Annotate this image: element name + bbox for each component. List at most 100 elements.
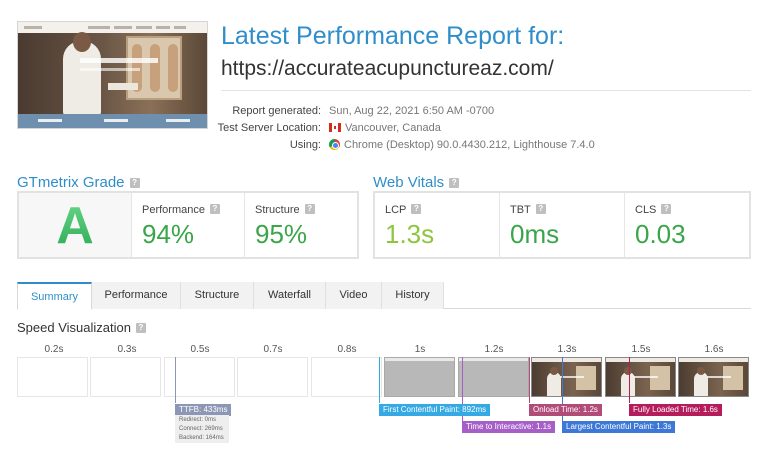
meta-labels: Report generated: Test Server Location: … (200, 103, 321, 154)
cls-label-text: CLS (635, 204, 657, 216)
meta-value-using: Chrome (Desktop) 90.0.4430.212, Lighthou… (329, 137, 595, 154)
browser-version: Chrome (Desktop) 90.0.4430.212, Lighthou… (344, 139, 595, 151)
lcp-cell: LCP? 1.3s (375, 193, 500, 257)
ttfb-line (175, 357, 176, 403)
help-icon[interactable]: ? (661, 204, 672, 214)
chrome-icon (329, 139, 340, 150)
thumb-subtitle (80, 68, 140, 71)
tab-summary[interactable]: Summary (17, 282, 92, 310)
meta-value-location: Vancouver, Canada (329, 120, 595, 137)
report-tabs: Summary Performance Structure Waterfall … (17, 282, 751, 310)
filmstrip-frame[interactable] (678, 357, 749, 397)
help-icon[interactable]: ? (449, 178, 460, 188)
filmstrip-frame[interactable] (531, 357, 602, 397)
page-screenshot-thumbnail[interactable] (17, 21, 208, 129)
lcp-label: LCP? (385, 204, 422, 216)
canada-flag-icon (329, 123, 341, 132)
filmstrip-frame[interactable] (90, 357, 161, 397)
server-location: Vancouver, Canada (345, 122, 441, 134)
thumb-topbar (18, 22, 207, 33)
grade-box: A Performance? 94% Structure? 95% (17, 191, 359, 259)
structure-label-text: Structure (255, 204, 300, 216)
fcp-marker: First Contentful Paint: 892ms (379, 404, 491, 416)
fcp-line (379, 357, 380, 403)
web-vitals-box: LCP? 1.3s TBT? 0ms CLS? 0.03 (373, 191, 751, 259)
filmstrip-frame[interactable] (605, 357, 676, 397)
tab-structure[interactable]: Structure (181, 282, 254, 309)
cls-cell: CLS? 0.03 (625, 193, 749, 257)
filmstrip-frame[interactable] (311, 357, 382, 397)
structure-label: Structure? (255, 204, 315, 216)
structure-value: 95% (255, 219, 308, 249)
ttfb-backend: Backend: 164ms (179, 435, 224, 441)
meta-label-location: Test Server Location: (217, 122, 321, 134)
performance-value: 94% (142, 219, 195, 249)
time-tick: 1.6s (704, 344, 724, 355)
web-vitals-heading: Web Vitals? (373, 174, 460, 191)
thumb-person (63, 41, 101, 116)
thumb-title (80, 58, 158, 63)
onload-line (529, 357, 530, 403)
speed-visualization-heading: Speed Visualization? (17, 320, 146, 335)
cls-label: CLS? (635, 204, 672, 216)
grade-letter: A (19, 193, 131, 259)
tti-marker: Time to Interactive: 1.1s (462, 421, 556, 433)
help-icon[interactable]: ? (209, 204, 220, 214)
performance-cell: Performance? 94% (132, 193, 245, 257)
tbt-label: TBT? (510, 204, 546, 216)
web-vitals-heading-text: Web Vitals (373, 174, 445, 191)
onload-marker: Onload Time: 1.2s (529, 404, 602, 416)
filmstrip-frame[interactable] (458, 357, 529, 397)
tab-waterfall[interactable]: Waterfall (254, 282, 326, 309)
filmstrip-frame[interactable] (237, 357, 308, 397)
tbt-label-text: TBT (510, 204, 531, 216)
tab-history[interactable]: History (382, 282, 444, 309)
help-icon[interactable]: ? (304, 204, 315, 214)
report-date: Sun, Aug 22, 2021 6:50 AM -0700 (329, 105, 495, 117)
thumb-footer (18, 114, 207, 128)
time-tick: 0.5s (190, 344, 210, 355)
time-tick: 0.3s (117, 344, 137, 355)
time-tick: 1.5s (631, 344, 651, 355)
time-tick: 0.2s (44, 344, 64, 355)
time-tick: 1s (414, 344, 426, 355)
ttfb-redirect: Redirect: 0ms (179, 417, 217, 423)
thumb-head (73, 32, 91, 52)
lcp-marker: Largest Contentful Paint: 1.3s (562, 421, 676, 433)
meta-label-generated: Report generated: (232, 105, 321, 117)
lcp-label-text: LCP (385, 204, 407, 216)
gtmetrix-grade-heading: GTmetrix Grade? (17, 174, 140, 191)
cls-value: 0.03 (635, 219, 686, 249)
gtmetrix-grade-heading-text: GTmetrix Grade (17, 174, 125, 191)
filmstrip-frame[interactable] (384, 357, 455, 397)
report-url[interactable]: https://accurateacupunctureaz.com/ (221, 57, 554, 81)
filmstrip-frame[interactable] (17, 357, 88, 397)
ttfb-breakdown: Redirect: 0ms Connect: 269ms Backend: 16… (175, 415, 229, 443)
tab-video[interactable]: Video (326, 282, 382, 309)
tbt-value: 0ms (510, 219, 560, 249)
structure-cell: Structure? 95% (245, 193, 357, 257)
time-tick: 1.2s (484, 344, 504, 355)
meta-label-using: Using: (289, 139, 321, 151)
header-divider (221, 90, 751, 91)
time-tick: 0.7s (263, 344, 283, 355)
thumb-button (108, 83, 138, 90)
help-icon[interactable]: ? (535, 204, 546, 214)
lcp-value: 1.3s (385, 219, 435, 249)
time-tick: 0.8s (337, 344, 357, 355)
tbt-cell: TBT? 0ms (500, 193, 625, 257)
meta-value-generated: Sun, Aug 22, 2021 6:50 AM -0700 (329, 103, 595, 120)
help-icon[interactable]: ? (129, 178, 140, 188)
grade-letter-cell: A (19, 193, 132, 257)
time-tick: 1.3s (557, 344, 577, 355)
fully-loaded-line (629, 357, 630, 403)
performance-label-text: Performance (142, 204, 205, 216)
page-title: Latest Performance Report for: (221, 22, 565, 50)
tab-performance[interactable]: Performance (92, 282, 181, 309)
meta-values: Sun, Aug 22, 2021 6:50 AM -0700 Vancouve… (329, 103, 595, 154)
ttfb-connect: Connect: 269ms (179, 426, 223, 432)
fully-loaded-marker: Fully Loaded Time: 1.6s (629, 404, 722, 416)
help-icon[interactable]: ? (135, 323, 146, 333)
help-icon[interactable]: ? (411, 204, 422, 214)
performance-label: Performance? (142, 204, 220, 216)
